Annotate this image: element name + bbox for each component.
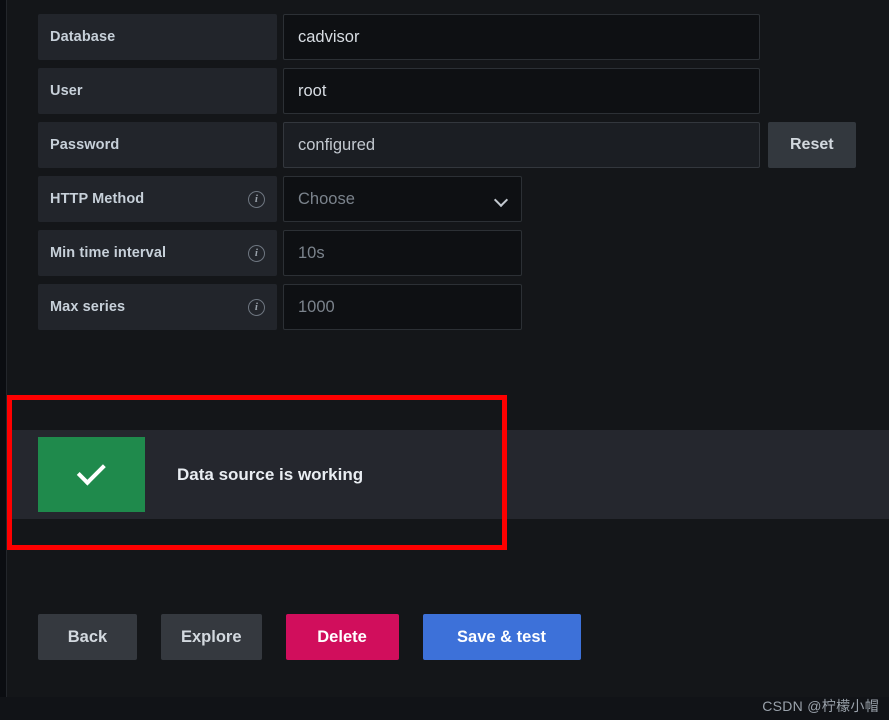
info-icon[interactable]: i [248,298,265,316]
form-row-max-series: Max series i 1000 [38,284,856,330]
label-max-series-text: Max series [50,299,126,315]
delete-button[interactable]: Delete [285,614,399,660]
label-http-method-text: HTTP Method [50,191,145,207]
info-icon[interactable]: i [248,244,265,262]
form-row-password: Password configured Reset [38,122,856,168]
alert-inner: Data source is working [38,437,363,512]
label-database-text: Database [50,29,116,45]
input-password-value: configured [298,135,376,154]
check-icon [38,437,145,512]
form-row-min-time-interval: Min time interval i 10s [38,230,856,276]
input-max-series-value: 1000 [298,297,335,316]
alert-message: Data source is working [177,464,364,484]
form-row-user: User root [38,68,856,114]
select-http-method[interactable]: Choose [283,176,522,222]
save-and-test-button[interactable]: Save & test [422,614,581,660]
explore-button[interactable]: Explore [161,614,262,660]
info-icon[interactable]: i [248,190,265,208]
chevron-down-icon [496,194,507,205]
form-row-http-method: HTTP Method i Choose [38,176,856,222]
input-user[interactable]: root [283,68,760,114]
datasource-settings-screen: Database cadvisor User root Password con… [0,0,889,720]
label-user-text: User [50,83,83,99]
input-min-time-interval-value: 10s [298,243,325,262]
watermark: CSDN @柠檬小帽 [762,698,879,714]
label-http-method: HTTP Method i [38,176,277,222]
label-password-text: Password [50,137,120,153]
datasource-test-alert: Data source is working [6,430,889,519]
reset-password-button[interactable]: Reset [768,122,856,168]
input-database-value: cadvisor [298,27,360,46]
input-database[interactable]: cadvisor [283,14,760,60]
footer-bar [0,697,889,720]
input-password[interactable]: configured [283,122,760,168]
form-row-database: Database cadvisor [38,14,856,60]
select-http-method-value: Choose [298,189,355,208]
datasource-connection-form: Database cadvisor User root Password con… [38,14,856,338]
label-database: Database [38,14,277,60]
input-max-series[interactable]: 1000 [283,284,522,330]
back-button[interactable]: Back [38,614,137,660]
input-min-time-interval[interactable]: 10s [283,230,522,276]
label-min-time-interval: Min time interval i [38,230,277,276]
label-password: Password [38,122,277,168]
label-min-time-interval-text: Min time interval [50,245,167,261]
input-user-value: root [298,81,327,100]
label-user: User [38,68,277,114]
label-max-series: Max series i [38,284,277,330]
check-mark-glyph [76,456,106,486]
form-action-buttons: Back Explore Delete Save & test [38,614,581,660]
